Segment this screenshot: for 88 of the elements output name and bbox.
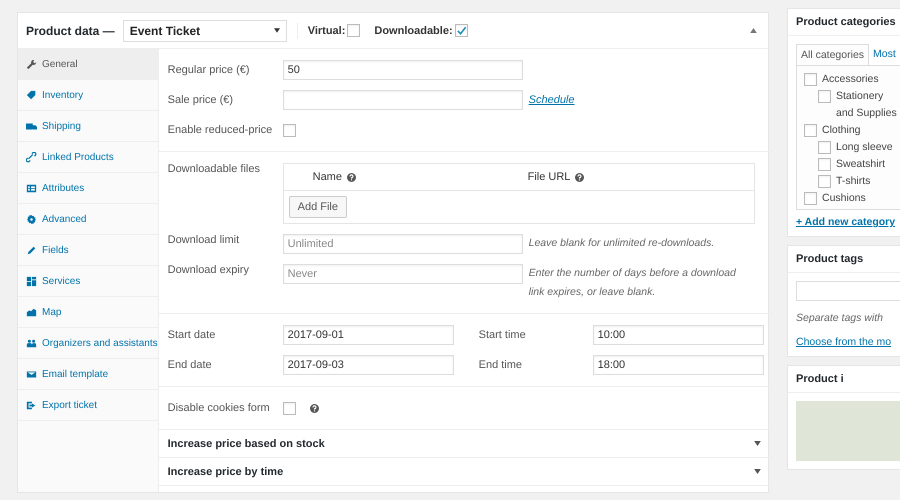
field-label: Download expiry (168, 264, 250, 276)
truck-icon (26, 120, 37, 132)
schedule-link[interactable]: Schedule (528, 94, 574, 106)
checkbox[interactable] (347, 24, 360, 37)
input-field[interactable]: 10:00 (592, 325, 764, 345)
column-header: Name (312, 171, 342, 183)
input-field[interactable]: Unlimited (282, 234, 523, 254)
checkbox[interactable] (804, 73, 817, 86)
panel-title: Product data — (26, 24, 115, 38)
category-label: T-shirts (836, 174, 870, 189)
field-label: Download limit (168, 234, 240, 246)
help-icon (575, 172, 584, 182)
category-label: Clothing (822, 123, 861, 138)
table-icon (26, 182, 37, 194)
field-label: End date (168, 359, 213, 371)
field-label: Sale price (€) (168, 94, 234, 106)
checkbox[interactable] (282, 402, 296, 414)
sidebar-tab[interactable]: Inventory (18, 80, 158, 111)
checkbox[interactable] (818, 141, 831, 154)
field-label: Disable cookies form (168, 402, 271, 414)
people-icon (26, 338, 37, 348)
field-label: Start time (478, 329, 527, 341)
box-title: Product i (788, 366, 900, 393)
box-title: Product categories (788, 9, 900, 36)
checkbox[interactable] (818, 158, 831, 171)
category-tab[interactable]: All categories (796, 44, 870, 65)
checkbox[interactable] (454, 24, 468, 37)
checkbox[interactable] (804, 192, 817, 205)
help-icon (346, 172, 356, 182)
product-type-select[interactable]: Event Ticket (122, 20, 287, 42)
tags-hint: Separate tags with (796, 311, 884, 326)
collapsible-header[interactable]: Increase price by time (158, 458, 773, 486)
envelope-icon (26, 368, 37, 380)
wrench-icon (26, 58, 37, 70)
add-category-link[interactable]: + Add new category (796, 216, 896, 228)
category-tab[interactable]: Most (869, 44, 900, 65)
input-field[interactable]: 18:00 (592, 355, 764, 375)
sidebar-tab[interactable]: Map (18, 297, 158, 328)
category-label: Sweatshirt (836, 157, 886, 172)
field-label: Downloadable files (168, 163, 261, 175)
field-label: End time (478, 359, 524, 371)
category-label: Long sleeve (836, 140, 893, 155)
collapsible-header[interactable]: Increase price based on stock (158, 430, 773, 458)
sidebar-tab[interactable]: Linked Products (18, 142, 158, 173)
field-label: Enable reduced-price (168, 124, 274, 136)
grid-icon (26, 276, 37, 286)
checkbox[interactable] (282, 124, 296, 136)
input-field[interactable]: 2017-09-03 (282, 355, 454, 375)
field-label: Start date (168, 329, 216, 341)
option-label: Downloadable: (374, 24, 453, 36)
caret-icon (274, 28, 280, 33)
option-label: Virtual: (308, 24, 346, 36)
column-header: File URL (528, 171, 570, 183)
sidebar-tab[interactable]: Advanced (18, 204, 158, 235)
field-label: Regular price (€) (168, 64, 251, 76)
sidebar-tab[interactable]: Organizers and assistants (18, 328, 158, 359)
category-label: Stationery and Supplies (836, 89, 898, 121)
checkbox[interactable] (804, 124, 817, 137)
input-field[interactable] (282, 90, 523, 110)
input-field[interactable]: 2017-09-01 (282, 325, 454, 345)
field-hint: Enter the number of days before a download link expires, or leave blank. (528, 266, 737, 300)
category-label: Accessories (822, 72, 879, 87)
pencil-icon (26, 244, 37, 256)
map-icon (26, 306, 37, 318)
checkbox[interactable] (818, 90, 831, 103)
checkbox[interactable] (818, 175, 831, 188)
sidebar-tab[interactable]: Fields (18, 235, 158, 266)
exit-icon (26, 400, 37, 410)
sidebar-tab[interactable]: Export ticket (18, 390, 158, 421)
help-icon (310, 404, 319, 412)
gear-icon (26, 214, 37, 224)
sidebar-tab[interactable]: General (18, 49, 158, 80)
tag-input-field[interactable] (796, 281, 900, 301)
link-icon (26, 152, 37, 162)
category-label: Cushions (822, 191, 866, 206)
sidebar-tab[interactable]: Shipping (18, 111, 158, 142)
input-field[interactable]: Never (282, 264, 523, 284)
sidebar-tab[interactable]: Attributes (18, 173, 158, 204)
add-file-button[interactable]: Add File (288, 196, 347, 218)
caret-icon (754, 441, 761, 446)
sidebar-tab[interactable]: Services (18, 266, 158, 297)
tag-icon (26, 90, 37, 100)
most-used-tags-link[interactable]: Choose from the mo (796, 336, 892, 348)
sidebar-tab[interactable]: Email template (18, 359, 158, 390)
input-field[interactable]: 50 (282, 60, 523, 80)
field-hint: Leave blank for unlimited re-downloads. (528, 236, 716, 251)
box-title: Product tags (788, 246, 900, 273)
caret-icon (754, 469, 761, 474)
